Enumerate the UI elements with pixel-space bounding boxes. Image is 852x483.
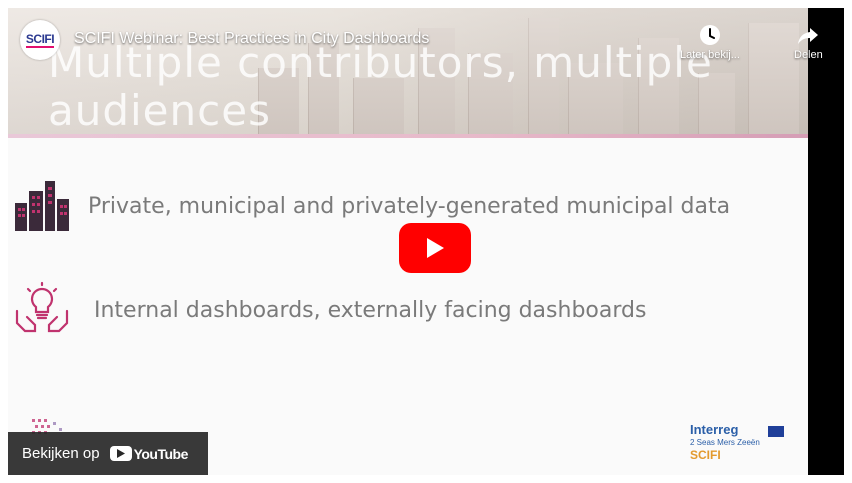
watch-on-youtube-button[interactable]: Bekijken op YouTube xyxy=(8,432,208,475)
slide-title-line1: Multiple contributors, multiple xyxy=(48,38,713,87)
share-label: Delen xyxy=(794,49,823,61)
share-icon xyxy=(794,24,823,49)
play-button[interactable] xyxy=(399,223,471,273)
play-icon xyxy=(427,238,444,258)
channel-logo-text: SCIFI xyxy=(25,32,55,48)
bullet-row-2: Internal dashboards, externally facing d… xyxy=(12,280,646,340)
lightbulb-hands-icon xyxy=(12,280,72,340)
channel-avatar[interactable]: SCIFI xyxy=(20,20,60,60)
share-button[interactable]: Delen xyxy=(794,24,823,61)
bullet-text-1: Private, municipal and privately-generat… xyxy=(88,193,731,219)
youtube-logo: YouTube xyxy=(109,445,189,462)
bullet-row-1: Private, municipal and privately-generat… xyxy=(12,176,730,236)
clock-icon xyxy=(680,24,740,49)
youtube-wordmark: YouTube xyxy=(133,445,189,462)
bullet-text-2: Internal dashboards, externally facing d… xyxy=(94,297,647,323)
watch-later-label: Later bekij... xyxy=(680,49,740,61)
slide-title-line2: audiences xyxy=(48,86,271,135)
watch-on-label: Bekijken op xyxy=(22,445,100,462)
slide-title: Multiple contributors, multiple audience… xyxy=(48,42,713,132)
interreg-logo: Interreg 2 Seas Mers Zeeën SCIFI xyxy=(690,422,790,462)
interreg-project: SCIFI xyxy=(690,448,721,462)
youtube-play-icon xyxy=(109,446,132,461)
city-buildings-icon xyxy=(12,176,72,236)
video-title[interactable]: SCIFI Webinar: Best Practices in City Da… xyxy=(74,30,429,48)
interreg-subtitle: 2 Seas Mers Zeeën xyxy=(690,438,760,447)
eu-flag-icon xyxy=(768,426,784,437)
video-player[interactable]: Multiple contributors, multiple audience… xyxy=(8,8,844,475)
watch-later-button[interactable]: Later bekij... xyxy=(680,24,740,61)
